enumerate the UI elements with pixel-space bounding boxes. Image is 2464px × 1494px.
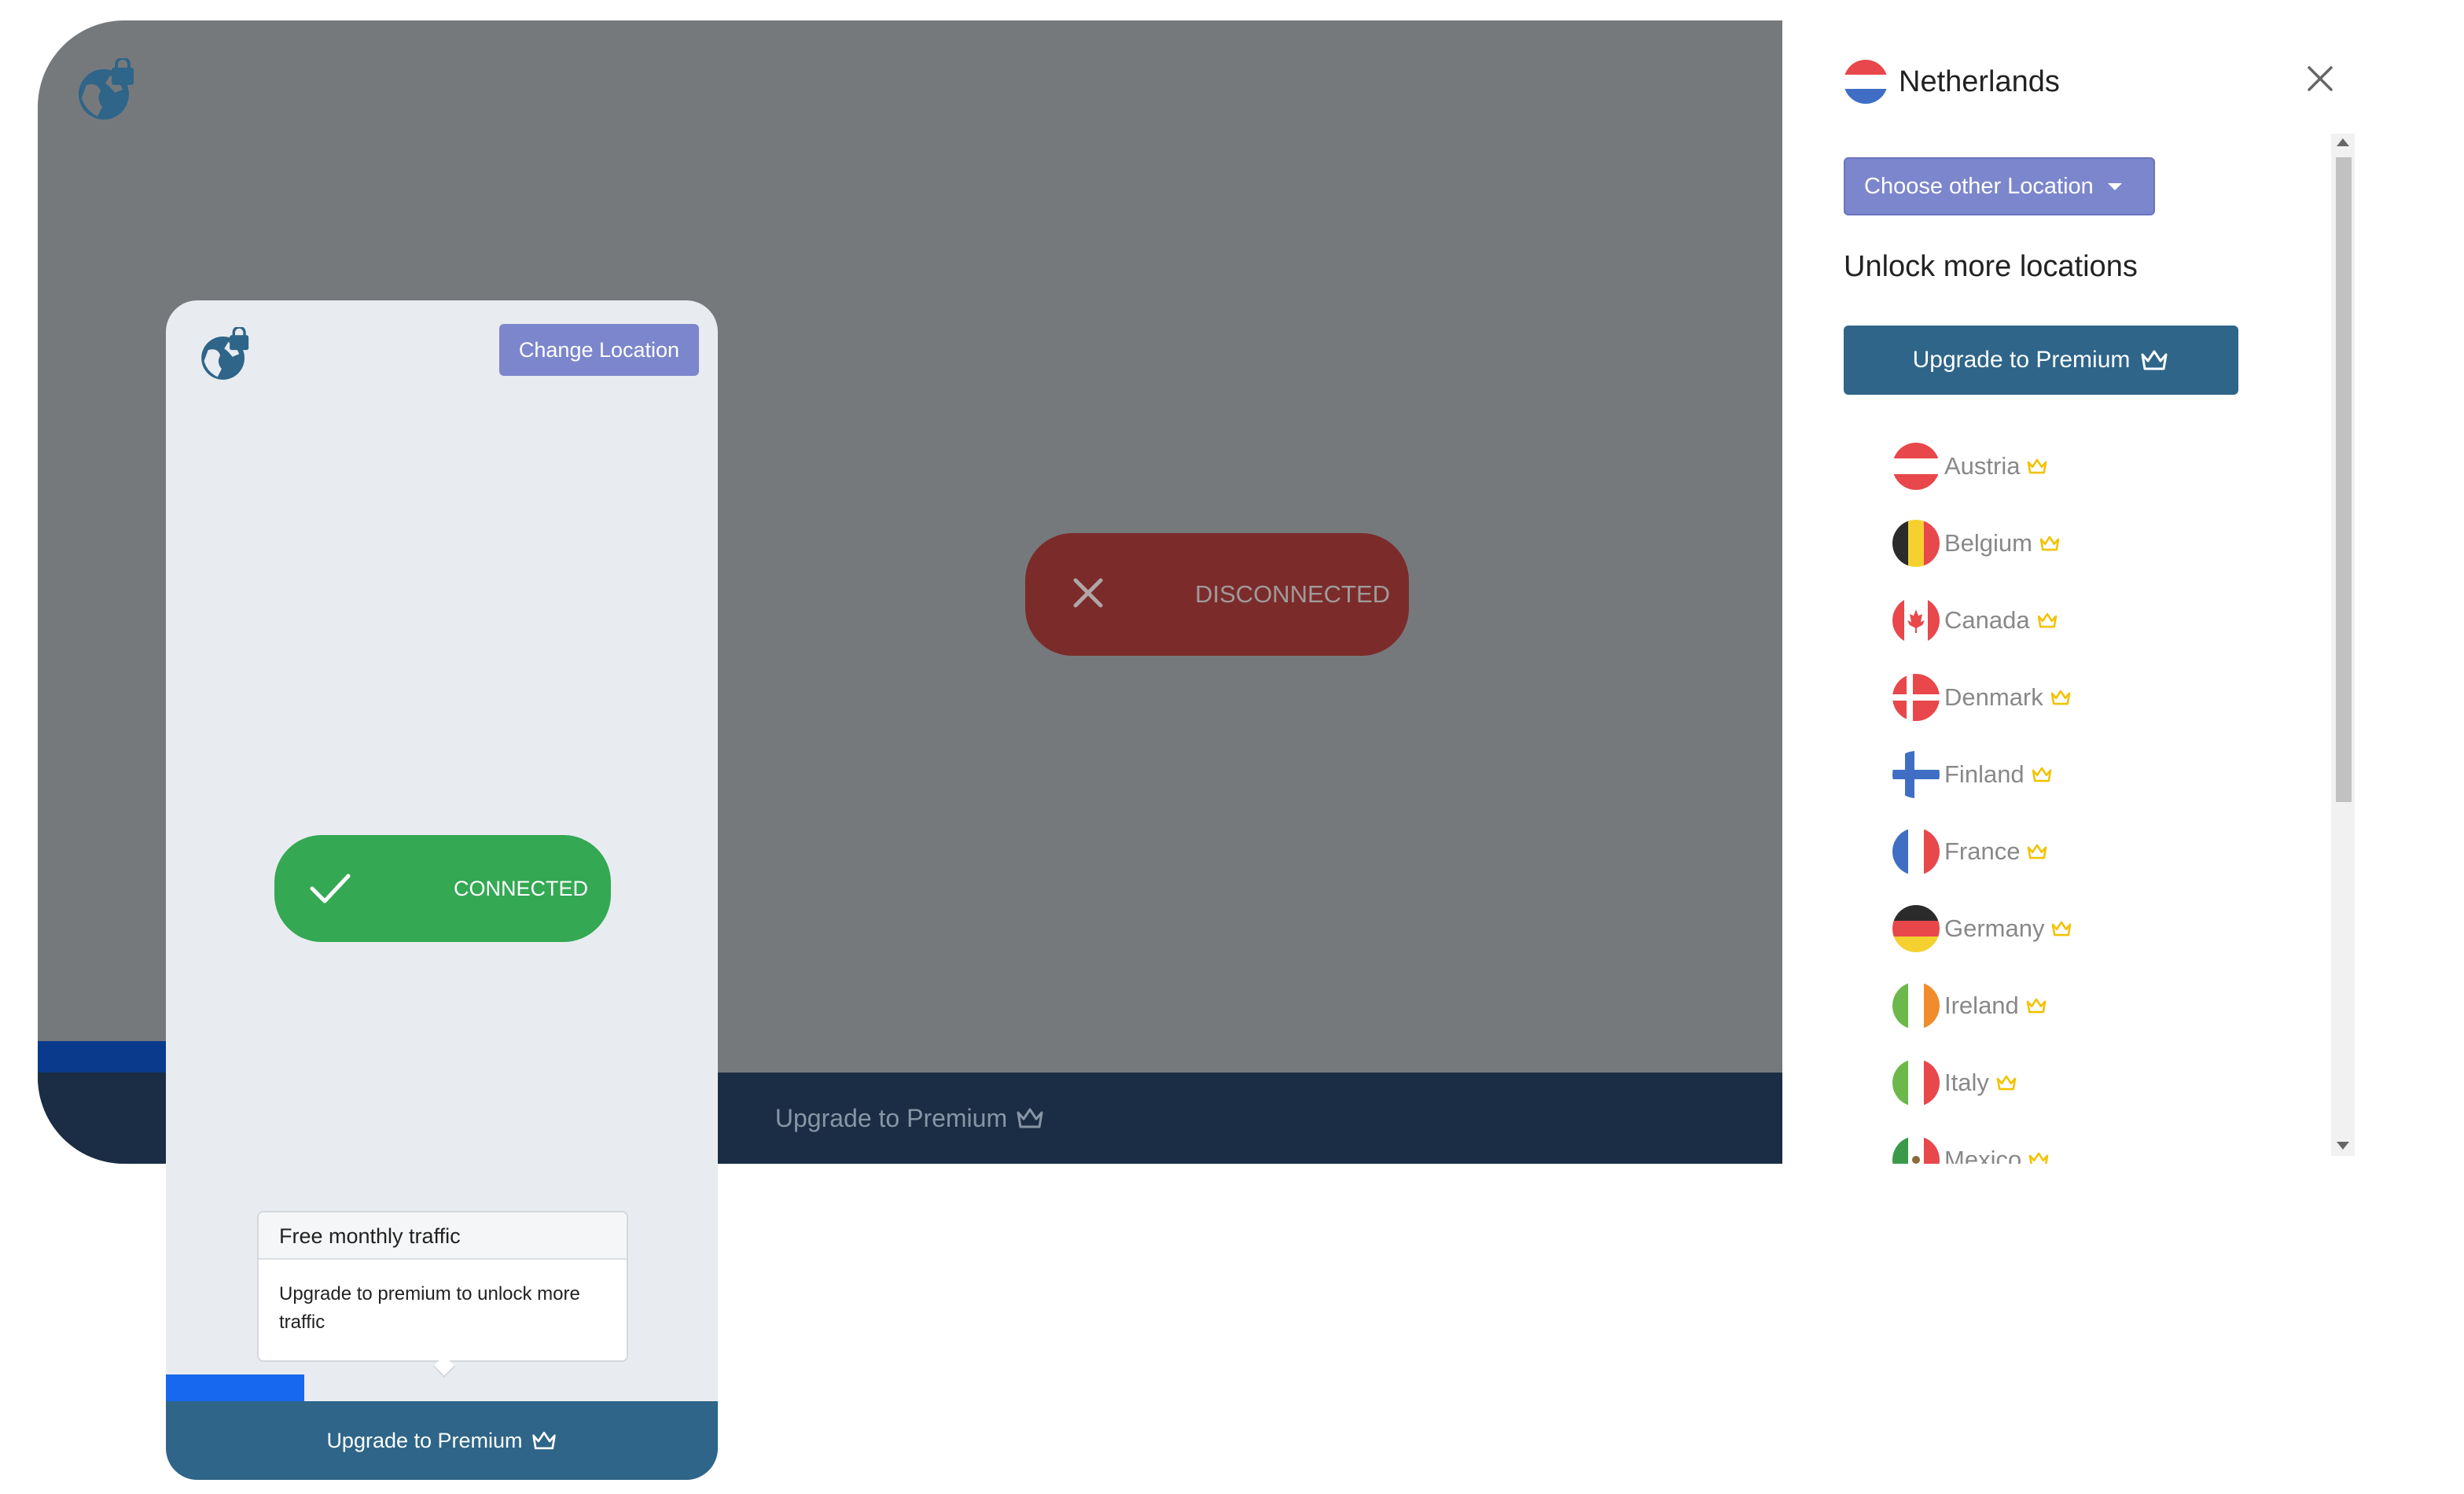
background-traffic-bar <box>38 1041 171 1073</box>
crown-icon <box>2050 690 2071 705</box>
tooltip-title: Free monthly traffic <box>259 1212 627 1260</box>
location-name: Belgium <box>1944 529 2032 557</box>
belgium-flag-icon <box>1892 520 1940 567</box>
crown-icon <box>2026 998 2047 1014</box>
vpn-popup: Change Location CONNECTED Free monthly t… <box>166 300 718 1480</box>
location-name: Canada <box>1944 606 2030 634</box>
canada-flag-icon <box>1892 597 1940 644</box>
tooltip-body: Upgrade to premium to unlock more traffi… <box>279 1283 580 1333</box>
tooltip-arrow <box>432 1355 456 1378</box>
location-item-italy[interactable]: Italy <box>1892 1044 2223 1121</box>
location-item-belgium[interactable]: Belgium <box>1892 505 2223 582</box>
location-name: Finland <box>1944 760 2025 788</box>
traffic-progress-bar <box>166 1374 304 1401</box>
panel-upgrade-button[interactable]: Upgrade to Premium <box>1844 326 2238 395</box>
location-name: Germany <box>1944 914 2045 942</box>
connected-label: CONNECTED <box>454 877 589 900</box>
crown-icon <box>2039 535 2060 551</box>
unlock-heading: Unlock more locations <box>1844 250 2138 283</box>
location-item-germany[interactable]: Germany <box>1892 890 2223 967</box>
crown-icon <box>2028 1152 2049 1164</box>
popup-upgrade-button[interactable]: Upgrade to Premium <box>166 1401 718 1480</box>
location-item-canada[interactable]: Canada <box>1892 582 2223 659</box>
location-name: Denmark <box>1944 683 2043 711</box>
choose-location-dropdown[interactable]: Choose other Location <box>1844 157 2155 215</box>
popup-upgrade-label: Upgrade to Premium <box>326 1428 523 1452</box>
current-location-title: Netherlands <box>1899 65 2060 98</box>
location-list: Austria Belgium Canada Denmark Finland F… <box>1892 428 2223 1164</box>
crown-icon <box>2032 767 2051 782</box>
germany-flag-icon <box>1892 905 1940 952</box>
italy-flag-icon <box>1892 1059 1940 1106</box>
location-item-mexico[interactable]: Mexico <box>1892 1121 2223 1164</box>
change-location-button[interactable]: Change Location <box>499 324 699 376</box>
crown-icon <box>2028 458 2047 474</box>
location-name: Austria <box>1944 452 2021 480</box>
location-list-scrollbar[interactable] <box>2331 134 2355 1156</box>
location-name: Italy <box>1944 1069 1989 1096</box>
scroll-down-arrow-icon[interactable] <box>2337 1142 2349 1150</box>
location-name: France <box>1944 837 2021 865</box>
scroll-up-arrow-icon[interactable] <box>2337 138 2349 146</box>
disconnected-status-button[interactable]: DISCONNECTED <box>1025 533 1409 656</box>
check-icon <box>310 874 351 903</box>
france-flag-icon <box>1892 828 1940 875</box>
crown-icon <box>2141 350 2168 370</box>
traffic-tooltip: Free monthly traffic Upgrade to premium … <box>257 1211 628 1378</box>
location-name: Mexico <box>1944 1146 2022 1164</box>
caret-down-icon <box>2107 182 2122 190</box>
globe-lock-icon <box>79 58 134 120</box>
location-name: Ireland <box>1944 992 2019 1019</box>
crown-icon <box>2052 921 2072 937</box>
x-icon <box>1073 578 1103 608</box>
austria-flag-icon <box>1892 443 1940 490</box>
location-item-ireland[interactable]: Ireland <box>1892 967 2223 1044</box>
crown-icon <box>531 1431 556 1450</box>
ireland-flag-icon <box>1892 982 1940 1029</box>
netherlands-flag-icon <box>1844 60 1888 104</box>
denmark-flag-icon <box>1892 674 1940 721</box>
crown-icon <box>1996 1075 2017 1091</box>
mexico-flag-icon <box>1892 1136 1940 1164</box>
connected-status-button[interactable]: CONNECTED <box>274 835 611 942</box>
location-panel: Netherlands Choose other Location Unlock… <box>1782 20 2380 1164</box>
panel-upgrade-label: Upgrade to Premium <box>1912 347 2131 373</box>
location-item-denmark[interactable]: Denmark <box>1892 659 2223 736</box>
location-item-austria[interactable]: Austria <box>1892 428 2223 505</box>
disconnected-label: DISCONNECTED <box>1195 580 1391 608</box>
crown-icon <box>1017 1108 1043 1128</box>
choose-location-label: Choose other Location <box>1864 173 2094 199</box>
location-item-france[interactable]: France <box>1892 813 2223 890</box>
location-item-finland[interactable]: Finland <box>1892 736 2223 813</box>
close-icon[interactable] <box>2304 63 2336 94</box>
finland-flag-icon <box>1892 751 1940 798</box>
background-upgrade-label: Upgrade to Premium <box>774 1103 1008 1132</box>
crown-icon <box>2028 844 2047 859</box>
scrollbar-thumb[interactable] <box>2336 157 2352 802</box>
crown-icon <box>2037 613 2057 628</box>
globe-lock-icon <box>201 327 249 380</box>
